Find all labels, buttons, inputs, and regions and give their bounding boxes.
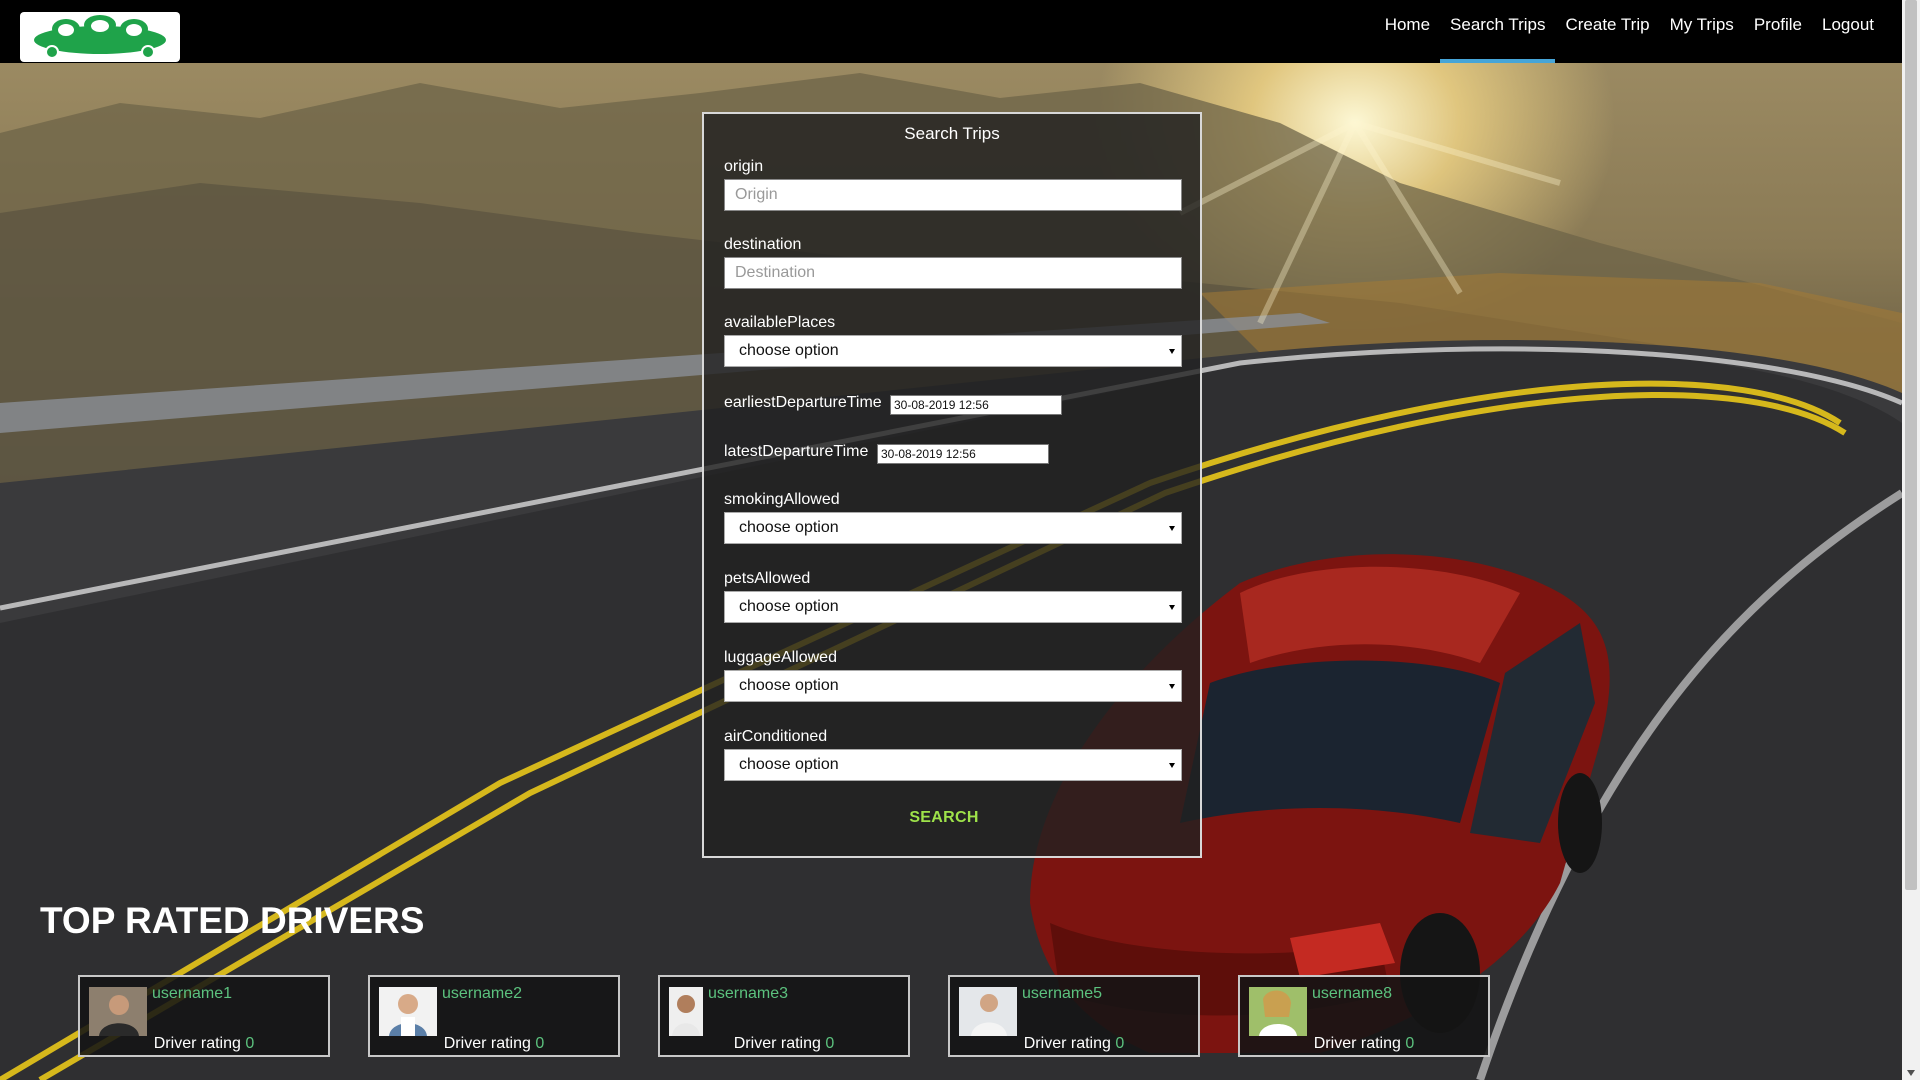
driver-card[interactable]: username1 Driver rating 0 [78,975,330,1057]
top-drivers-heading: TOP RATED DRIVERS [40,900,425,941]
driver-rating: Driver rating 0 [660,1035,908,1053]
luggage-allowed-select[interactable]: choose option [724,670,1182,702]
nav-profile[interactable]: Profile [1744,0,1812,63]
origin-label: origin [724,158,764,175]
earliest-departure-input[interactable]: 30-08-2019 12:56 [890,395,1062,415]
driver-rating-label: Driver rating [733,1035,821,1052]
main-nav: Home Search Trips Create Trip My Trips P… [1375,0,1884,63]
top-navbar: Home Search Trips Create Trip My Trips P… [0,0,1902,63]
available-places-label: availablePlaces [724,314,836,331]
chevron-down-icon [1169,763,1175,768]
driver-username[interactable]: username8 [1312,985,1392,1003]
driver-rating-value: 0 [825,1035,835,1052]
driver-username[interactable]: username2 [442,985,522,1003]
available-places-select[interactable]: choose option [724,335,1182,367]
available-places-value: choose option [739,342,839,359]
driver-card[interactable]: username3 Driver rating 0 [658,975,910,1057]
driver-rating-value: 0 [535,1035,545,1052]
driver-username[interactable]: username5 [1022,985,1102,1003]
smoking-allowed-label: smokingAllowed [724,491,840,508]
nav-logout[interactable]: Logout [1812,0,1884,63]
driver-rating-value: 0 [1115,1035,1125,1052]
chevron-down-icon [1169,605,1175,610]
driver-card[interactable]: username5 Driver rating 0 [948,975,1200,1057]
driver-card[interactable]: username2 Driver rating 0 [368,975,620,1057]
pets-allowed-value: choose option [739,598,839,615]
nav-search-trips[interactable]: Search Trips [1440,0,1556,63]
latest-departure-label: latestDepartureTime [724,443,869,460]
driver-rating-value: 0 [1405,1035,1415,1052]
luggage-allowed-label: luggageAllowed [724,649,837,666]
page-scrollbar[interactable] [1902,0,1920,1080]
driver-rating-value: 0 [245,1035,255,1052]
origin-input[interactable] [724,179,1182,211]
luggage-allowed-value: choose option [739,677,839,694]
driver-card[interactable]: username8 Driver rating 0 [1238,975,1490,1057]
chevron-down-icon [1169,526,1175,531]
driver-username[interactable]: username3 [708,985,788,1003]
avatar [959,987,1017,1036]
avatar [89,987,147,1036]
search-trips-form: Search Trips origin destination availabl… [702,112,1202,858]
driver-rating-label: Driver rating [1313,1035,1401,1052]
nav-home[interactable]: Home [1375,0,1440,63]
avatar [379,987,437,1036]
latest-departure-input[interactable]: 30-08-2019 12:56 [877,444,1049,464]
form-title: Search Trips [904,124,1000,143]
driver-rating-label: Driver rating [443,1035,531,1052]
destination-label: destination [724,236,802,253]
driver-rating: Driver rating 0 [1240,1035,1488,1053]
pets-allowed-select[interactable]: choose option [724,591,1182,623]
smoking-allowed-select[interactable]: choose option [724,512,1182,544]
nav-my-trips[interactable]: My Trips [1660,0,1744,63]
air-conditioned-label: airConditioned [724,728,828,745]
driver-username[interactable]: username1 [152,985,232,1003]
car-group-icon [34,15,166,58]
air-conditioned-value: choose option [739,756,839,773]
driver-rating: Driver rating 0 [80,1035,328,1053]
chevron-down-icon [1169,349,1175,354]
nav-create-trip[interactable]: Create Trip [1555,0,1659,63]
scrollbar-thumb[interactable] [1905,0,1917,890]
driver-rating: Driver rating 0 [370,1035,618,1053]
air-conditioned-select[interactable]: choose option [724,749,1182,781]
brand-logo[interactable] [20,12,180,62]
destination-input[interactable] [724,257,1182,289]
avatar [669,987,703,1036]
driver-rating: Driver rating 0 [950,1035,1198,1053]
pets-allowed-label: petsAllowed [724,570,811,587]
smoking-allowed-value: choose option [739,519,839,536]
driver-rating-label: Driver rating [153,1035,241,1052]
chevron-down-icon [1169,684,1175,689]
avatar [1249,987,1307,1036]
earliest-departure-label: earliestDepartureTime [724,394,882,411]
scroll-down-arrow-icon[interactable] [1907,1070,1915,1076]
search-button[interactable]: SEARCH [704,809,1184,827]
driver-rating-label: Driver rating [1023,1035,1111,1052]
